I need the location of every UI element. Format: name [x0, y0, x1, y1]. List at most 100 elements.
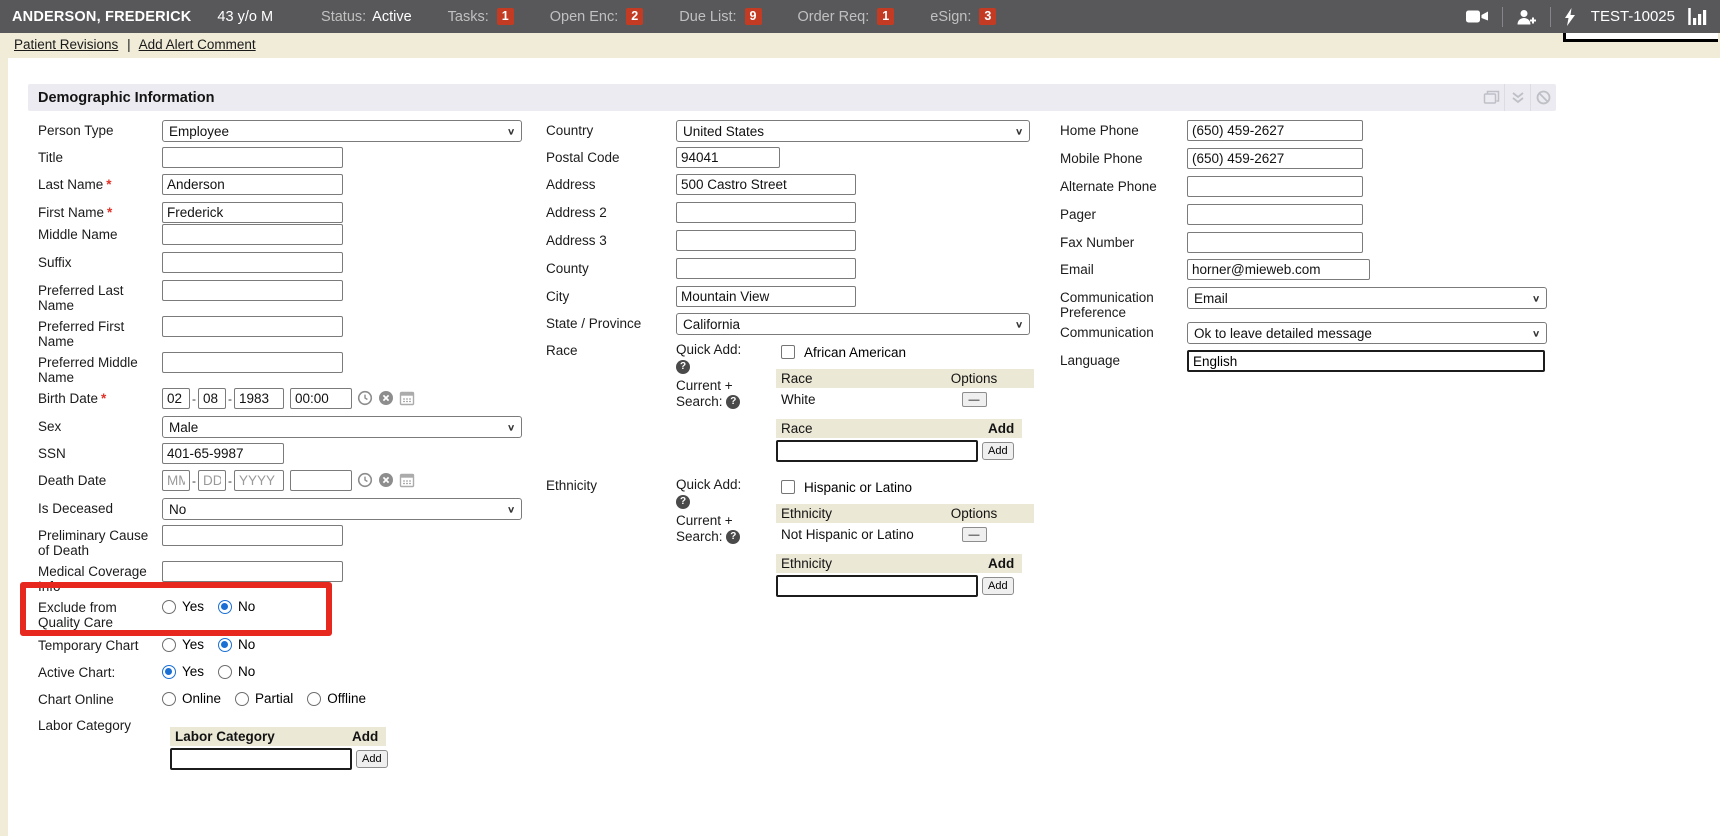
active-chart-no-radio[interactable] [218, 665, 232, 679]
due-list-counter[interactable]: Due List: 9 [679, 8, 761, 25]
order-req-counter[interactable]: Order Req: 1 [798, 8, 895, 25]
pager-input[interactable] [1187, 204, 1363, 225]
race-remove-button[interactable]: — [962, 392, 987, 407]
preferred-first-name-input[interactable] [162, 316, 343, 337]
help-icon[interactable]: ? [676, 495, 690, 509]
lightning-bolt-icon[interactable] [1564, 8, 1576, 26]
ethnicity-add-input[interactable] [776, 575, 978, 597]
field-preferred-first-name: Preferred First Name [38, 316, 552, 352]
chart-online-partial-radio[interactable] [235, 692, 249, 706]
field-pager: Pager [1060, 204, 1560, 232]
temporary-chart-yes-radio[interactable] [162, 638, 176, 652]
tasks-label: Tasks: [448, 9, 489, 25]
exclude-quality-care-no-radio[interactable] [218, 600, 232, 614]
communication-select[interactable]: Ok to leave detailed message ∨ [1187, 322, 1547, 344]
clear-date-icon[interactable] [378, 390, 394, 406]
due-list-badge[interactable]: 9 [745, 8, 762, 25]
race-african-american-checkbox[interactable] [781, 345, 795, 359]
clear-date-icon[interactable] [378, 472, 394, 488]
open-enc-counter[interactable]: Open Enc: 2 [550, 8, 644, 25]
language-input[interactable] [1187, 350, 1545, 372]
chart-online-offline-radio[interactable] [307, 692, 321, 706]
field-temporary-chart: Temporary Chart Yes No [38, 635, 552, 662]
address2-input[interactable] [676, 202, 856, 223]
state-province-select[interactable]: California ∨ [676, 313, 1030, 335]
communication-preference-select[interactable]: Email ∨ [1187, 287, 1547, 309]
preliminary-cause-of-death-input[interactable] [162, 525, 343, 546]
first-name-input[interactable] [162, 202, 343, 223]
sex-select[interactable]: Male ∨ [162, 416, 522, 438]
add-alert-comment-link[interactable]: Add Alert Comment [139, 37, 256, 52]
title-input[interactable] [162, 147, 343, 168]
ethnicity-remove-button[interactable]: — [962, 527, 987, 542]
collapse-double-chevron-icon[interactable] [1504, 84, 1530, 111]
alternate-phone-input[interactable] [1187, 176, 1363, 197]
last-name-input[interactable] [162, 174, 343, 195]
temporary-chart-no-radio[interactable] [218, 638, 232, 652]
chart-online-online-radio[interactable] [162, 692, 176, 706]
esign-badge[interactable]: 3 [979, 8, 996, 25]
disable-slash-circle-icon[interactable] [1530, 84, 1556, 111]
suffix-input[interactable] [162, 252, 343, 273]
death-month-input[interactable] [162, 470, 190, 491]
is-deceased-value: No [169, 502, 507, 517]
labor-category-add-header: Add [352, 729, 386, 744]
death-time-input[interactable] [290, 470, 352, 491]
birth-year-input[interactable] [234, 388, 284, 409]
first-name-label: First Name [38, 205, 104, 220]
medical-coverage-info-input[interactable] [162, 561, 343, 582]
help-icon[interactable]: ? [676, 360, 690, 374]
preferred-last-name-input[interactable] [162, 280, 343, 301]
city-input[interactable] [676, 286, 856, 307]
country-select[interactable]: United States ∨ [676, 120, 1030, 142]
esign-counter[interactable]: eSign: 3 [930, 8, 996, 25]
open-enc-badge[interactable]: 2 [626, 8, 643, 25]
tasks-counter[interactable]: Tasks: 1 [448, 8, 514, 25]
email-input[interactable] [1187, 259, 1370, 280]
race-add-input[interactable] [776, 440, 978, 462]
add-person-icon[interactable] [1516, 9, 1537, 25]
clock-icon[interactable] [357, 472, 373, 488]
active-chart-yes-radio[interactable] [162, 665, 176, 679]
race-quick-add-label: Quick Add: [676, 342, 741, 357]
calendar-icon[interactable] [399, 472, 415, 488]
exclude-quality-care-yes-radio[interactable] [162, 600, 176, 614]
calendar-icon[interactable] [399, 390, 415, 406]
postal-code-input[interactable] [676, 147, 780, 168]
field-first-name: First Name* [38, 202, 552, 224]
death-day-input[interactable] [198, 470, 226, 491]
address-input[interactable] [676, 174, 856, 195]
ethnicity-hispanic-checkbox[interactable] [781, 480, 795, 494]
race-add-button[interactable]: Add [982, 442, 1014, 460]
help-icon[interactable]: ? [726, 395, 740, 409]
video-camera-icon[interactable] [1466, 9, 1489, 24]
fax-number-input[interactable] [1187, 232, 1363, 253]
labor-category-table: Labor Category Add Add [170, 727, 386, 770]
labor-category-add-button[interactable]: Add [356, 750, 388, 768]
help-icon[interactable]: ? [726, 530, 740, 544]
mobile-phone-input[interactable] [1187, 148, 1363, 169]
death-year-input[interactable] [234, 470, 284, 491]
clock-icon[interactable] [357, 390, 373, 406]
middle-name-input[interactable] [162, 224, 343, 245]
person-type-select[interactable]: Employee ∨ [162, 120, 522, 142]
pager-label: Pager [1060, 204, 1187, 222]
birth-month-input[interactable] [162, 388, 190, 409]
ethnicity-add-button[interactable]: Add [982, 577, 1014, 595]
is-deceased-select[interactable]: No ∨ [162, 498, 522, 520]
ssn-input[interactable] [162, 443, 284, 464]
home-phone-input[interactable] [1187, 120, 1363, 141]
labor-category-input[interactable] [170, 748, 352, 770]
patient-revisions-link[interactable]: Patient Revisions [14, 37, 118, 52]
address3-input[interactable] [676, 230, 856, 251]
birth-day-input[interactable] [198, 388, 226, 409]
bar-chart-icon[interactable] [1688, 8, 1708, 25]
tasks-badge[interactable]: 1 [497, 8, 514, 25]
birth-time-input[interactable] [290, 388, 352, 409]
field-exclude-quality-care: Exclude from Quality Care Yes No [38, 591, 552, 635]
print-document-icon[interactable] [1478, 84, 1504, 111]
order-req-badge[interactable]: 1 [877, 8, 894, 25]
county-input[interactable] [676, 258, 856, 279]
race-options-header: Options [914, 371, 1034, 386]
preferred-middle-name-input[interactable] [162, 352, 343, 373]
